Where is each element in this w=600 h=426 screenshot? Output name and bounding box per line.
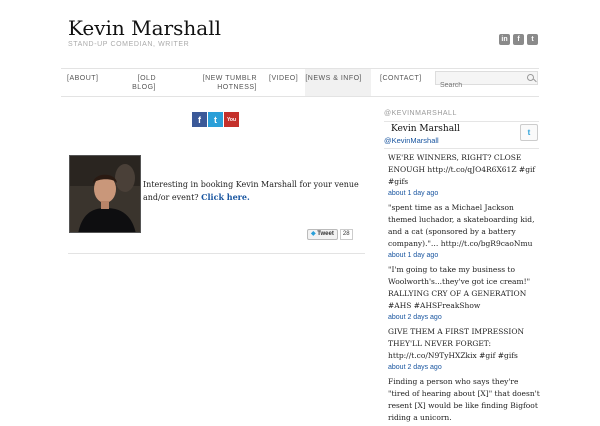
tweet-text: GIVE THEM A FIRST IMPRESSION THEY'LL NEV… (388, 327, 525, 360)
twitter-widget-title: @KEVINMARSHALL (384, 110, 457, 117)
tweet-text: "I'm going to take my business to Woolwo… (388, 265, 531, 310)
nav-video[interactable]: [VIDEO] (269, 69, 309, 96)
tweet-time[interactable]: about 1 day ago (388, 250, 540, 262)
facebook-icon[interactable]: f (192, 112, 207, 127)
tweet-item: "I'm going to take my business to Woolwo… (388, 264, 540, 324)
nav-new-tumblr-hotness[interactable]: [NEW TUMBLR HOTNESS] (199, 69, 257, 96)
bird-icon: ◆ (311, 231, 316, 237)
search-icon[interactable] (527, 74, 534, 81)
twitter-handle[interactable]: @KevinMarshall (384, 136, 439, 145)
tweet-item: Finding a person who says they're "tired… (388, 376, 540, 424)
widget-divider-2 (384, 148, 539, 149)
twitter-icon[interactable]: t (527, 34, 538, 45)
site-tagline: STAND-UP COMEDIAN, WRITER (68, 41, 190, 48)
search-box (435, 71, 538, 92)
search-input[interactable] (436, 79, 526, 92)
tweet-text: Finding a person who says they're "tired… (388, 377, 540, 422)
header-social-links: in f t (499, 34, 538, 45)
twitter-icon[interactable]: t (208, 112, 223, 127)
profile-photo-image (70, 156, 140, 232)
twitter-display-name[interactable]: Kevin Marshall (391, 124, 460, 134)
tweet-list: WE'RE WINNERS, RIGHT? CLOSE ENOUGH http:… (388, 152, 540, 426)
booking-message: Interesting in booking Kevin Marshall fo… (143, 180, 359, 202)
tweet-button[interactable]: ◆ Tweet (307, 229, 338, 240)
tweet-button-label: Tweet (317, 231, 334, 237)
tweet-text: "spent time as a Michael Jackson themed … (388, 203, 535, 248)
nav-old-blog[interactable]: [OLD BLOG] (126, 69, 156, 96)
booking-text: Interesting in booking Kevin Marshall fo… (143, 178, 368, 204)
linkedin-icon[interactable]: in (499, 34, 510, 45)
nav-contact[interactable]: [CONTACT] (380, 69, 430, 96)
booking-link[interactable]: Click here. (201, 192, 250, 202)
nav-about[interactable]: [ABOUT] (67, 69, 107, 96)
tweet-share: ◆ Tweet 28 (307, 229, 353, 240)
nav-news-info[interactable]: [NEWS & INFO] (305, 69, 371, 96)
site-title[interactable]: Kevin Marshall (68, 16, 221, 40)
tweet-time[interactable]: about 2 days ago (388, 312, 540, 324)
widget-divider (384, 121, 539, 122)
profile-photo (69, 155, 141, 233)
tweet-time[interactable]: about 2 days ago (388, 362, 540, 374)
twitter-bird-icon[interactable]: t (520, 124, 538, 141)
facebook-icon[interactable]: f (513, 34, 524, 45)
tweet-item: GIVE THEM A FIRST IMPRESSION THEY'LL NEV… (388, 326, 540, 374)
tweet-time[interactable]: about 1 day ago (388, 188, 540, 200)
tweet-count: 28 (339, 229, 353, 240)
tweet-item: "spent time as a Michael Jackson themed … (388, 202, 540, 262)
share-icons: f t You (192, 112, 239, 127)
content-divider (68, 253, 365, 254)
tweet-item: WE'RE WINNERS, RIGHT? CLOSE ENOUGH http:… (388, 152, 540, 200)
youtube-icon[interactable]: You (224, 112, 239, 127)
tweet-text: WE'RE WINNERS, RIGHT? CLOSE ENOUGH http:… (388, 153, 536, 186)
